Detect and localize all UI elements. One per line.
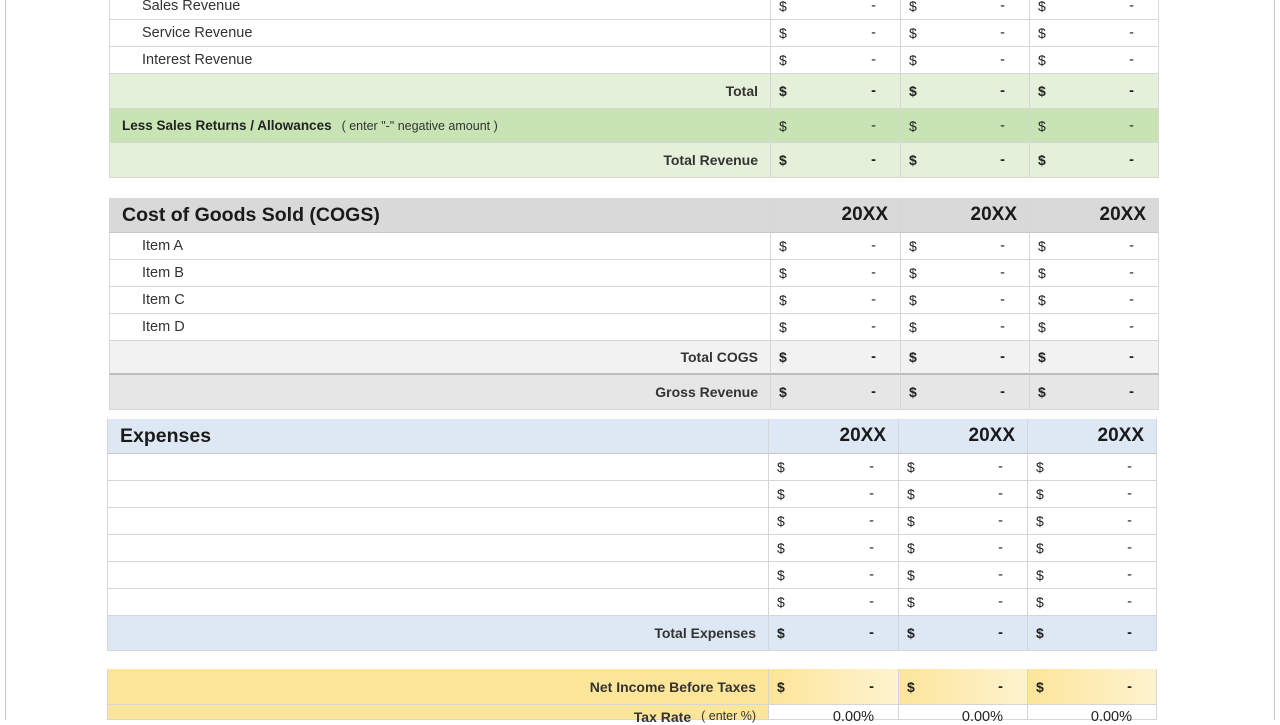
cogs-value-cell[interactable]: $ - bbox=[1029, 314, 1159, 341]
tax-rate-cell[interactable]: 0.00% bbox=[1027, 705, 1157, 725]
tax-rate-label: Tax Rate( enter %) bbox=[107, 705, 768, 725]
expense-value-cell[interactable]: $ - bbox=[768, 535, 898, 562]
expense-value-cell[interactable]: $ - bbox=[1027, 481, 1157, 508]
revenue-total-label: Total bbox=[109, 74, 770, 109]
revenue-value-cell[interactable]: $ - bbox=[1029, 47, 1159, 74]
expense-item-label[interactable] bbox=[107, 454, 768, 481]
expense-value-cell[interactable]: $ - bbox=[768, 454, 898, 481]
gross-revenue-label: Gross Revenue bbox=[109, 375, 770, 410]
gross-revenue-cell: $ - bbox=[1029, 375, 1159, 410]
expenses-total-label: Total Expenses bbox=[107, 616, 768, 651]
gross-revenue-cell: $ - bbox=[770, 375, 900, 410]
revenue-item-label[interactable]: Service Revenue bbox=[109, 20, 770, 47]
cogs-value-cell[interactable]: $ - bbox=[900, 314, 1029, 341]
expense-value-cell[interactable]: $ - bbox=[898, 562, 1027, 589]
cogs-total-label: Total COGS bbox=[109, 341, 770, 375]
revenue-total-cell: $ - bbox=[770, 74, 900, 109]
expense-item-label[interactable] bbox=[107, 562, 768, 589]
expense-item-label[interactable] bbox=[107, 535, 768, 562]
net-income-cell: $ - bbox=[768, 669, 898, 705]
revenue-value-cell[interactable]: $ - bbox=[770, 20, 900, 47]
cogs-value-cell[interactable]: $ - bbox=[770, 314, 900, 341]
expenses-table: Expenses 20XX 20XX 20XX $ - $ - $ - $ - $ - $… bbox=[107, 419, 1157, 651]
expense-value-cell[interactable]: $ - bbox=[898, 454, 1027, 481]
expense-item-label[interactable] bbox=[107, 589, 768, 616]
cogs-title: Cost of Goods Sold (COGS) bbox=[109, 198, 770, 233]
page-border-left bbox=[5, 0, 6, 720]
expense-item-label[interactable] bbox=[107, 481, 768, 508]
expense-value-cell[interactable]: $ - bbox=[898, 481, 1027, 508]
sales-returns-note: ( enter "-" negative amount ) bbox=[341, 118, 498, 133]
expense-value-cell[interactable]: $ - bbox=[1027, 562, 1157, 589]
expenses-total-cell: $ - bbox=[768, 616, 898, 651]
revenue-total-cell: $ - bbox=[900, 74, 1029, 109]
total-revenue-label: Total Revenue bbox=[109, 143, 770, 178]
tax-rate-cell[interactable]: 0.00% bbox=[768, 705, 898, 725]
expenses-total-cell: $ - bbox=[1027, 616, 1157, 651]
revenue-value-cell[interactable]: $ - bbox=[770, 0, 900, 20]
revenue-total-cell: $ - bbox=[1029, 74, 1159, 109]
cogs-value-cell[interactable]: $ - bbox=[900, 233, 1029, 260]
cogs-item-label[interactable]: Item D bbox=[109, 314, 770, 341]
revenue-value-cell[interactable]: $ - bbox=[1029, 0, 1159, 20]
cogs-value-cell[interactable]: $ - bbox=[1029, 260, 1159, 287]
net-income-cell: $ - bbox=[898, 669, 1027, 705]
cogs-value-cell[interactable]: $ - bbox=[770, 260, 900, 287]
expense-value-cell[interactable]: $ - bbox=[898, 535, 1027, 562]
cogs-year-header: 20XX bbox=[900, 198, 1029, 233]
expense-value-cell[interactable]: $ - bbox=[1027, 535, 1157, 562]
cogs-year-header: 20XX bbox=[770, 198, 900, 233]
net-income-cell: $ - bbox=[1027, 669, 1157, 705]
expenses-year-header: 20XX bbox=[1027, 419, 1157, 454]
cogs-total-cell: $ - bbox=[900, 341, 1029, 375]
cogs-year-header: 20XX bbox=[1029, 198, 1159, 233]
cogs-total-cell: $ - bbox=[1029, 341, 1159, 375]
cogs-item-label[interactable]: Item C bbox=[109, 287, 770, 314]
revenue-item-label[interactable]: Sales Revenue bbox=[109, 0, 770, 20]
cogs-value-cell[interactable]: $ - bbox=[900, 287, 1029, 314]
cogs-item-label[interactable]: Item A bbox=[109, 233, 770, 260]
expenses-year-header: 20XX bbox=[898, 419, 1027, 454]
sales-returns-label: Less Sales Returns / Allowances( enter "… bbox=[109, 109, 770, 143]
expense-value-cell[interactable]: $ - bbox=[898, 508, 1027, 535]
cogs-total-cell: $ - bbox=[770, 341, 900, 375]
cogs-value-cell[interactable]: $ - bbox=[770, 287, 900, 314]
total-revenue-cell: $ - bbox=[1029, 143, 1159, 178]
total-revenue-cell: $ - bbox=[770, 143, 900, 178]
expense-value-cell[interactable]: $ - bbox=[768, 481, 898, 508]
cogs-table: Cost of Goods Sold (COGS) 20XX 20XX 20XX… bbox=[109, 198, 1159, 410]
revenue-value-cell[interactable]: $ - bbox=[770, 47, 900, 74]
expense-value-cell[interactable]: $ - bbox=[768, 589, 898, 616]
expenses-year-header: 20XX bbox=[768, 419, 898, 454]
page-border-right bbox=[1274, 0, 1275, 720]
expense-value-cell[interactable]: $ - bbox=[768, 562, 898, 589]
gross-revenue-cell: $ - bbox=[900, 375, 1029, 410]
expense-value-cell[interactable]: $ - bbox=[1027, 589, 1157, 616]
sales-returns-cell[interactable]: $ - bbox=[1029, 109, 1159, 143]
tax-rate-cell[interactable]: 0.00% bbox=[898, 705, 1027, 725]
expense-value-cell[interactable]: $ - bbox=[1027, 508, 1157, 535]
cogs-value-cell[interactable]: $ - bbox=[900, 260, 1029, 287]
expenses-title: Expenses bbox=[107, 419, 768, 454]
revenue-item-label[interactable]: Interest Revenue bbox=[109, 47, 770, 74]
revenue-value-cell[interactable]: $ - bbox=[1029, 20, 1159, 47]
cogs-value-cell[interactable]: $ - bbox=[1029, 287, 1159, 314]
expenses-total-cell: $ - bbox=[898, 616, 1027, 651]
cogs-item-label[interactable]: Item B bbox=[109, 260, 770, 287]
net-income-label: Net Income Before Taxes bbox=[107, 669, 768, 705]
expense-value-cell[interactable]: $ - bbox=[1027, 454, 1157, 481]
net-income-table: Net Income Before Taxes $ - $ - $ - Tax Rat… bbox=[107, 669, 1157, 725]
cogs-value-cell[interactable]: $ - bbox=[1029, 233, 1159, 260]
revenue-value-cell[interactable]: $ - bbox=[900, 0, 1029, 20]
expense-item-label[interactable] bbox=[107, 508, 768, 535]
revenue-value-cell[interactable]: $ - bbox=[900, 20, 1029, 47]
cogs-value-cell[interactable]: $ - bbox=[770, 233, 900, 260]
expense-value-cell[interactable]: $ - bbox=[768, 508, 898, 535]
sales-returns-cell[interactable]: $ - bbox=[770, 109, 900, 143]
total-revenue-cell: $ - bbox=[900, 143, 1029, 178]
revenue-value-cell[interactable]: $ - bbox=[900, 47, 1029, 74]
expense-value-cell[interactable]: $ - bbox=[898, 589, 1027, 616]
sales-returns-cell[interactable]: $ - bbox=[900, 109, 1029, 143]
revenue-table: Sales Revenue $ - $ - $ - Service Revenue $… bbox=[109, 0, 1159, 178]
